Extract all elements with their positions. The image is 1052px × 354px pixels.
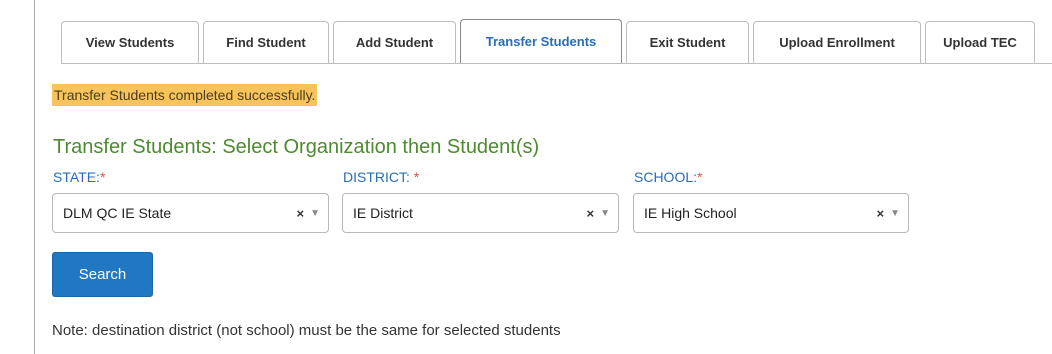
tab-transfer-students[interactable]: Transfer Students (460, 19, 622, 64)
clear-icon[interactable]: × (587, 206, 595, 221)
left-border-line (34, 0, 35, 354)
tab-exit-student[interactable]: Exit Student (626, 21, 749, 64)
chevron-down-icon[interactable]: ▼ (890, 208, 900, 219)
clear-icon[interactable]: × (877, 206, 885, 221)
clear-icon[interactable]: × (297, 206, 305, 221)
note-text: Note: destination district (not school) … (52, 322, 561, 339)
district-label: DISTRICT: * (343, 169, 419, 185)
school-select[interactable]: IE High School × ▼ (633, 193, 909, 233)
district-label-text: DISTRICT: (343, 169, 414, 185)
district-select-value: IE District (353, 205, 413, 221)
school-label: SCHOOL:* (634, 169, 702, 185)
state-label: STATE:* (53, 169, 105, 185)
tab-baseline (61, 63, 1052, 64)
state-select[interactable]: DLM QC IE State × ▼ (52, 193, 329, 233)
required-mark: * (413, 169, 420, 185)
tab-find-student[interactable]: Find Student (203, 21, 329, 64)
tab-upload-enrollment[interactable]: Upload Enrollment (753, 21, 921, 64)
chevron-down-icon[interactable]: ▼ (600, 208, 610, 219)
chevron-down-icon[interactable]: ▼ (310, 208, 320, 219)
state-select-value: DLM QC IE State (63, 205, 172, 221)
state-label-text: STATE: (53, 169, 100, 185)
tab-bar: View Students Find Student Add Student T… (61, 19, 1052, 64)
required-mark: * (99, 169, 106, 185)
district-select[interactable]: IE District × ▼ (342, 193, 619, 233)
tab-add-student[interactable]: Add Student (333, 21, 456, 64)
school-label-text: SCHOOL: (634, 169, 698, 185)
search-button[interactable]: Search (52, 252, 153, 297)
tab-view-students[interactable]: View Students (61, 21, 199, 64)
tab-upload-tec[interactable]: Upload TEC (925, 21, 1035, 64)
school-select-value: IE High School (644, 205, 737, 221)
section-title: Transfer Students: Select Organization t… (53, 136, 540, 158)
success-message: Transfer Students completed successfully… (52, 84, 318, 106)
required-mark: * (697, 169, 703, 185)
